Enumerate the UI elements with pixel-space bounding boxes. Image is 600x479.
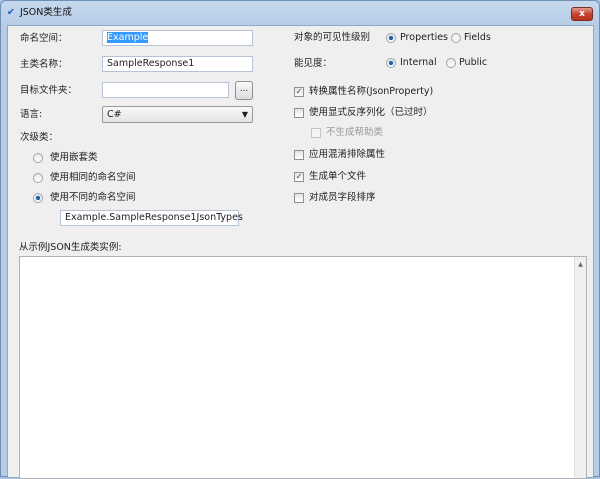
app-check-icon: ✔ [7, 7, 15, 18]
radio-fields[interactable] [451, 33, 461, 43]
radio-same-namespace-label: 使用相同的命名空间 [50, 172, 136, 183]
checkbox-no-helper-class-label: 不生成帮助类 [326, 127, 384, 138]
main-class-input[interactable]: SampleResponse1 [102, 56, 253, 72]
chevron-down-icon: ▼ [241, 110, 248, 119]
subclass-namespace-input[interactable]: Example.SampleResponse1JsonTypes [60, 210, 243, 226]
sample-json-textarea[interactable]: ▲ [19, 256, 587, 479]
radio-properties-label: Properties [400, 32, 449, 43]
radio-nested[interactable] [33, 153, 43, 163]
radio-nested-label: 使用嵌套类 [50, 152, 98, 163]
radio-same-namespace[interactable] [33, 173, 43, 183]
namespace-label: 命名空间： [20, 33, 68, 44]
language-label: 语言: [20, 109, 43, 120]
dialog-body: 命名空间： Example 主类名称： SampleResponse1 目标文件… [7, 25, 594, 479]
object-visibility-label: 对象的可见性级别 [294, 32, 371, 43]
checkbox-sort-members-label: 对成员字段排序 [309, 192, 376, 203]
checkbox-explicit-deserialization-label: 使用显式反序列化（已过时） [309, 107, 433, 118]
checkbox-single-file[interactable]: ✓ [294, 172, 304, 182]
namespace-input[interactable]: Example [102, 30, 253, 46]
main-class-label: 主类名称： [20, 59, 68, 70]
radio-properties[interactable] [386, 33, 396, 43]
checkbox-obfuscation-exclude-label: 应用混淆排除属性 [309, 149, 386, 160]
vertical-scrollbar[interactable]: ▲ [574, 257, 586, 478]
dialog-window: ✔ JSON类生成 x 命名空间： Example 主类名称： SampleRes… [0, 0, 600, 479]
title-bar: ✔ JSON类生成 [7, 5, 72, 21]
browse-button[interactable]: ... [235, 81, 253, 100]
subclass-label: 次级类： [20, 132, 59, 143]
namespace-value: Example [107, 32, 149, 43]
visibility-label: 能见度： [294, 58, 333, 69]
checkbox-obfuscation-exclude[interactable] [294, 150, 304, 160]
checkbox-no-helper-class[interactable] [311, 128, 321, 138]
radio-fields-label: Fields [464, 32, 491, 43]
window-title: JSON类生成 [19, 7, 72, 18]
close-button[interactable]: x [571, 7, 593, 21]
radio-internal-label: Internal [400, 57, 437, 68]
checkbox-json-property[interactable]: ✓ [294, 87, 304, 97]
radio-public[interactable] [446, 58, 456, 68]
checkbox-sort-members[interactable] [294, 193, 304, 203]
target-folder-input[interactable] [102, 82, 229, 98]
radio-different-namespace-label: 使用不同的命名空间 [50, 192, 136, 203]
radio-public-label: Public [459, 57, 488, 68]
radio-different-namespace[interactable] [33, 193, 43, 203]
language-value: C# [107, 109, 122, 120]
checkbox-single-file-label: 生成单个文件 [309, 171, 367, 182]
target-folder-label: 目标文件夹： [20, 85, 78, 96]
checkbox-explicit-deserialization[interactable] [294, 108, 304, 118]
sample-json-label: 从示例JSON生成类实例: [19, 242, 122, 253]
radio-internal[interactable] [386, 58, 396, 68]
checkbox-json-property-label: 转换属性名称(JsonProperty) [309, 86, 434, 97]
language-select[interactable]: C# ▼ [102, 106, 253, 123]
scroll-up-arrow-icon[interactable]: ▲ [575, 261, 586, 268]
